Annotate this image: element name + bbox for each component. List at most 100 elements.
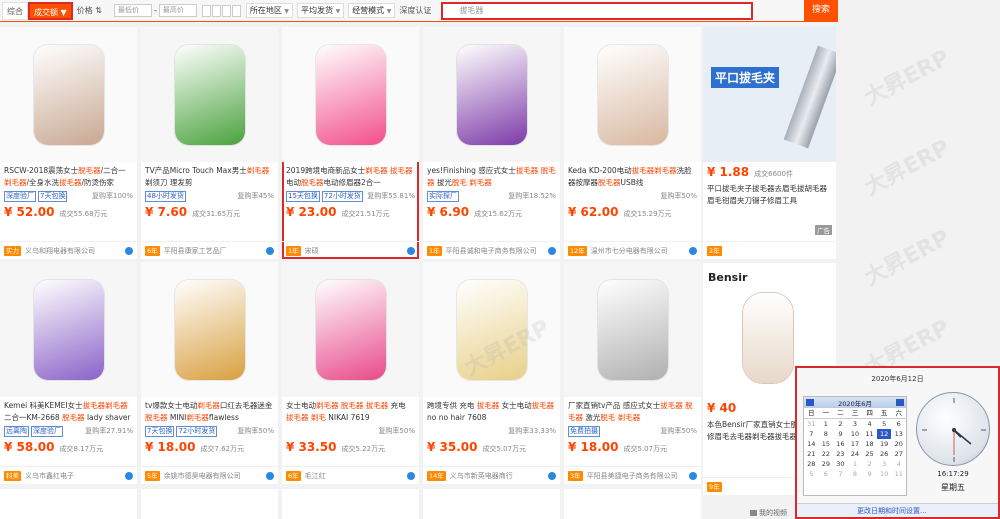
next-month-icon[interactable] [896, 399, 904, 406]
shop-name[interactable]: 毛江红 [305, 471, 326, 481]
wangwang-chat-icon[interactable] [125, 471, 133, 480]
calendar-day[interactable]: 10 [848, 429, 863, 439]
product-image[interactable] [423, 27, 560, 162]
product-card-stub[interactable] [0, 489, 137, 519]
wangwang-chat-icon[interactable] [266, 471, 274, 480]
calendar-day[interactable]: 25 [862, 449, 877, 459]
calendar-day[interactable]: 2 [833, 419, 848, 429]
calendar-day[interactable]: 11 [862, 429, 877, 439]
product-title[interactable]: RSCW-2018震荡女士脱毛器/二合一剃毛器/全身水洗拔毛器/防烫伤家 [0, 162, 137, 188]
change-datetime-link[interactable]: 更改日期和时间设置... [797, 503, 998, 517]
wangwang-chat-icon[interactable] [266, 246, 274, 255]
calendar-day[interactable]: 18 [862, 439, 877, 449]
product-card[interactable]: 厂家直销tv产品 感应式女士拔毛器 脱毛器 激光脱毛 剃毛器 免费拍摄 复购率50%… [564, 262, 701, 484]
shop-name[interactable]: 温州市七分电器有限公司 [591, 246, 668, 256]
shop-name[interactable]: 义乌市新英电器商行 [450, 471, 513, 481]
prev-month-icon[interactable] [806, 399, 814, 406]
product-card[interactable]: Keda KD-200电动拔毛器剃毛器洗脸器按摩器脱毛器USB线 复购率50% ¥ … [564, 27, 701, 259]
calendar-day[interactable]: 13 [891, 429, 906, 439]
calendar-day[interactable]: 8 [819, 429, 834, 439]
product-title[interactable]: 跨境专供 充电 拔毛器 女士电动拔毛器 no no hair 7608 [423, 397, 560, 423]
calendar-day[interactable]: 6 [891, 419, 906, 429]
product-image[interactable] [282, 27, 419, 162]
calendar-day[interactable]: 20 [891, 439, 906, 449]
sort-default-button[interactable]: 综合 [2, 1, 28, 20]
calendar-day[interactable]: 27 [891, 449, 906, 459]
product-title[interactable]: Kemei 科美KEMEI女士拔毛器剃毛器二合一KM-2668 脱毛器 lady… [0, 397, 137, 423]
wangwang-chat-icon[interactable] [689, 246, 697, 255]
product-title[interactable]: 厂家直销tv产品 感应式女士拔毛器 脱毛器 激光脱毛 剃毛器 [564, 397, 701, 423]
product-card[interactable]: Kemei 科美KEMEI女士拔毛器剃毛器二合一KM-2668 脱毛器 lady… [0, 262, 137, 484]
product-title[interactable]: 平口拔毛夹子拔毛器去眉毛拔胡毛器眉毛钳眉夹刀镊子修眉工具 [703, 180, 836, 206]
product-title[interactable]: 女士电动剃毛器 脱毛器 拔毛器 充电 拔毛器 剃毛 NIKAI 7619 [282, 397, 419, 423]
calendar-day[interactable]: 10 [877, 469, 892, 479]
calendar-day[interactable]: 26 [877, 449, 892, 459]
product-card[interactable]: 平口拔毛夹 ¥ 1.88 成交6600件 平口拔毛夹子拔毛器去眉毛拔胡毛器眉毛钳… [703, 27, 836, 259]
biz-mode-dropdown[interactable]: 经营模式 ▼ [348, 3, 396, 18]
product-card[interactable]: 跨境专供 充电 拔毛器 女士电动拔毛器 no no hair 7608 复购率33… [423, 262, 560, 484]
calendar-day[interactable]: 17 [848, 439, 863, 449]
deep-cert-filter[interactable]: 深度认证 [395, 2, 435, 20]
product-card[interactable]: tv爆款女士电动剃毛器口红去毛器迷金脱毛器 MINI剃毛器flawless 7天包… [141, 262, 278, 484]
shipping-dropdown[interactable]: 平均发货 ▼ [297, 3, 345, 18]
calendar-day[interactable]: 1 [848, 459, 863, 469]
wangwang-chat-icon[interactable] [407, 246, 415, 255]
sort-sales-button[interactable]: 成交额 ▼ [28, 1, 73, 20]
calendar-day[interactable]: 21 [804, 449, 819, 459]
wangwang-chat-icon[interactable] [689, 471, 697, 480]
calendar-day[interactable]: 7 [833, 469, 848, 479]
product-card[interactable]: 2019跨境电商新品女士剃毛器 拔毛器电动脱毛器电动修眉器2合一 15天包换 72小… [282, 27, 419, 259]
price-max-input[interactable]: 最高价 [158, 4, 197, 17]
product-title[interactable]: TV产品Micro Touch Max男士剃毛器剃须刀 理发剪 [141, 162, 278, 188]
calendar-day[interactable]: 15 [819, 439, 834, 449]
product-image[interactable] [0, 262, 137, 397]
shop-name[interactable]: 宋硕 [305, 246, 319, 256]
product-card[interactable]: TV产品Micro Touch Max男士剃毛器剃须刀 理发剪 48小时发货 复购率… [141, 27, 278, 259]
calendar-day[interactable]: 8 [848, 469, 863, 479]
calendar-day[interactable]: 9 [833, 429, 848, 439]
price-min-input[interactable]: 最低价 [113, 4, 152, 17]
product-card-stub[interactable] [564, 489, 701, 519]
calendar-day[interactable]: 22 [819, 449, 834, 459]
calendar-day[interactable]: 19 [877, 439, 892, 449]
shop-name[interactable]: 平阳县诚和电子商务有限公司 [446, 246, 537, 256]
shop-name[interactable]: 余姚市德昊电器有限公司 [164, 471, 241, 481]
keyword-input[interactable]: 拔毛器 [441, 1, 754, 20]
product-image[interactable] [282, 262, 419, 397]
wangwang-chat-icon[interactable] [125, 246, 133, 255]
wangwang-chat-icon[interactable] [407, 471, 415, 480]
calendar-day[interactable]: 4 [862, 419, 877, 429]
calendar-day[interactable]: 5 [877, 419, 892, 429]
product-card-stub[interactable] [282, 489, 419, 519]
view-tab-3[interactable] [221, 4, 231, 17]
product-image[interactable] [0, 27, 137, 162]
wangwang-chat-icon[interactable] [548, 471, 556, 480]
view-tab-4[interactable] [231, 4, 241, 17]
calendar-day[interactable]: 16 [833, 439, 848, 449]
calendar-day[interactable]: 29 [819, 459, 834, 469]
shop-name[interactable]: 平阳县康家工艺品厂 [164, 246, 227, 256]
product-card[interactable]: RSCW-2018震荡女士脱毛器/二合一剃毛器/全身水洗拔毛器/防烫伤家 深度验厂… [0, 27, 137, 259]
calendar-day[interactable]: 24 [848, 449, 863, 459]
calendar-day[interactable]: 14 [804, 439, 819, 449]
product-image[interactable]: 平口拔毛夹 [703, 27, 836, 162]
calendar-day[interactable]: 3 [848, 419, 863, 429]
product-image[interactable] [564, 27, 701, 162]
calendar-day[interactable]: 9 [862, 469, 877, 479]
calendar-day[interactable]: 5 [804, 469, 819, 479]
calendar-day[interactable]: 3 [877, 459, 892, 469]
product-title[interactable]: tv爆款女士电动剃毛器口红去毛器迷金脱毛器 MINI剃毛器flawless [141, 397, 278, 423]
calendar-day[interactable]: 6 [819, 469, 834, 479]
calendar-day[interactable]: 31 [804, 419, 819, 429]
product-title[interactable]: yes!Finishing 感应式女士拔毛器 脱毛器 拔光脱毛 剃毛器 [423, 162, 560, 188]
product-image[interactable] [141, 27, 278, 162]
calendar-day[interactable]: 23 [833, 449, 848, 459]
location-dropdown[interactable]: 所在地区 ▼ [245, 3, 294, 18]
calendar-day[interactable]: 28 [804, 459, 819, 469]
sort-price-button[interactable]: 价格 ⇅ [73, 2, 106, 20]
product-card-stub[interactable] [423, 489, 560, 519]
product-card[interactable]: yes!Finishing 感应式女士拔毛器 脱毛器 拔光脱毛 剃毛器 实际探厂 复… [423, 27, 560, 259]
wangwang-chat-icon[interactable] [548, 246, 556, 255]
shop-name[interactable]: 义乌和翔电器有限公司 [25, 246, 95, 256]
shop-name[interactable]: 平阳县美捷电子商务有限公司 [587, 471, 678, 481]
